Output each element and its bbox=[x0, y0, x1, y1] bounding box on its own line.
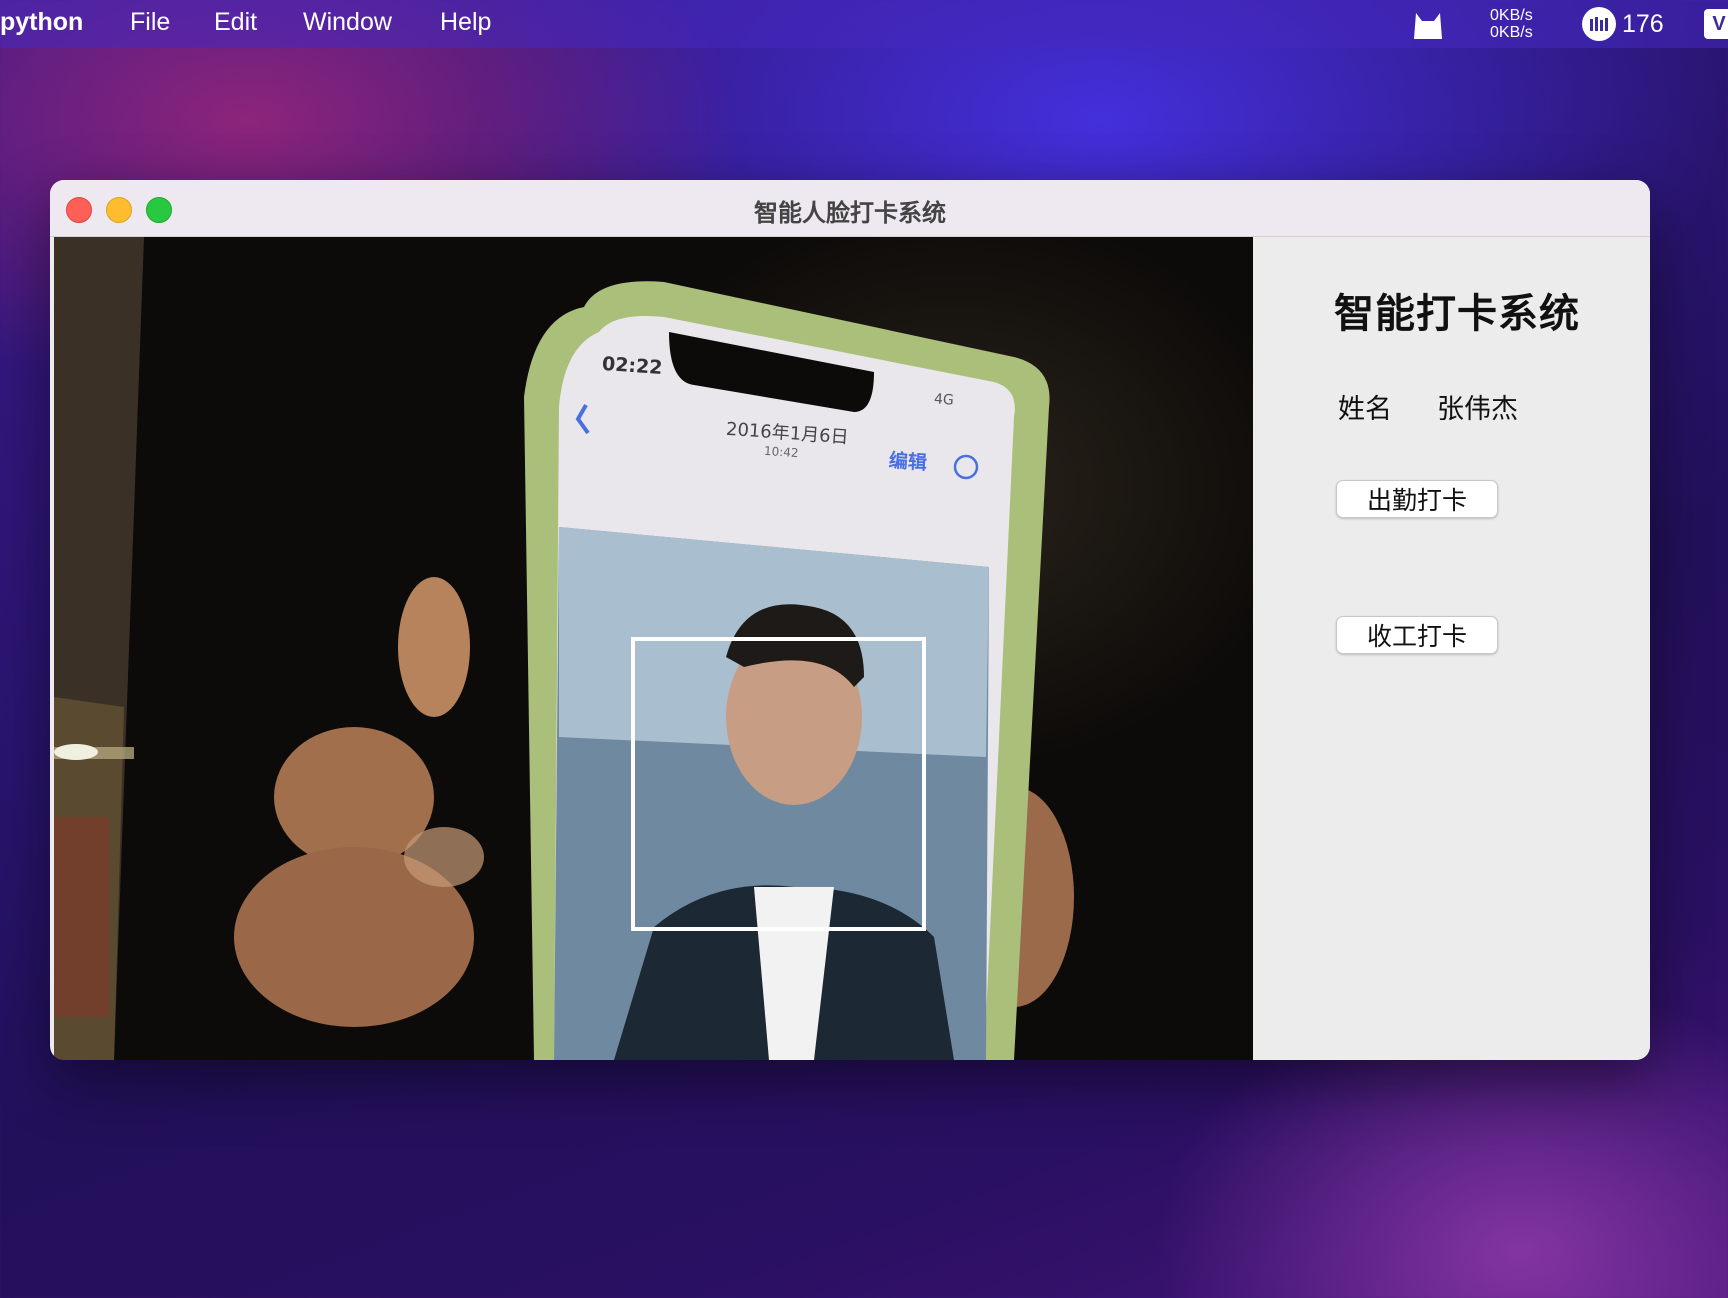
panel-title: 智能打卡系统 bbox=[1334, 291, 1580, 337]
net-down-speed: 0KB/s bbox=[1490, 24, 1533, 41]
net-up-speed: 0KB/s bbox=[1490, 7, 1533, 24]
window-title: 智能人脸打卡系统 bbox=[754, 199, 946, 227]
menu-window[interactable]: Window bbox=[303, 8, 392, 37]
camera-feed: 02:22 4G 2016年1月6日 10:42 编辑 bbox=[54, 237, 1253, 1060]
meter-count: 176 bbox=[1622, 9, 1664, 38]
name-value: 张伟杰 bbox=[1437, 394, 1518, 425]
menu-file[interactable]: File bbox=[130, 8, 170, 37]
phone-time: 02:22 bbox=[601, 352, 664, 380]
clock-in-button[interactable]: 出勤打卡 bbox=[1336, 480, 1498, 518]
title-bar: 智能人脸打卡系统 bbox=[50, 180, 1650, 237]
app-window: 智能人脸打卡系统 02:22 4G 2016年1月6日 10:42 编辑 智能打… bbox=[50, 180, 1650, 1060]
cat-icon[interactable] bbox=[1410, 0, 1446, 48]
clock-out-button[interactable]: 收工打卡 bbox=[1336, 616, 1498, 654]
meter-icon bbox=[1582, 7, 1616, 41]
menu-help[interactable]: Help bbox=[440, 8, 491, 37]
menu-bar: python File Edit Window Help 0KB/s 0KB/s… bbox=[0, 0, 1728, 48]
vpn-icon[interactable]: V bbox=[1704, 0, 1728, 48]
name-label: 姓名 bbox=[1338, 394, 1392, 425]
app-menu[interactable]: python bbox=[0, 8, 83, 37]
phone-signal: 4G bbox=[933, 391, 955, 409]
network-speed[interactable]: 0KB/s 0KB/s bbox=[1490, 0, 1533, 48]
phone-edit: 编辑 bbox=[888, 449, 928, 475]
phone-subtime: 10:42 bbox=[763, 443, 800, 461]
menu-edit[interactable]: Edit bbox=[214, 8, 257, 37]
control-panel: 智能打卡系统 姓名 张伟杰 出勤打卡 收工打卡 bbox=[1254, 237, 1650, 1060]
meter-widget[interactable]: 176 bbox=[1582, 0, 1664, 48]
